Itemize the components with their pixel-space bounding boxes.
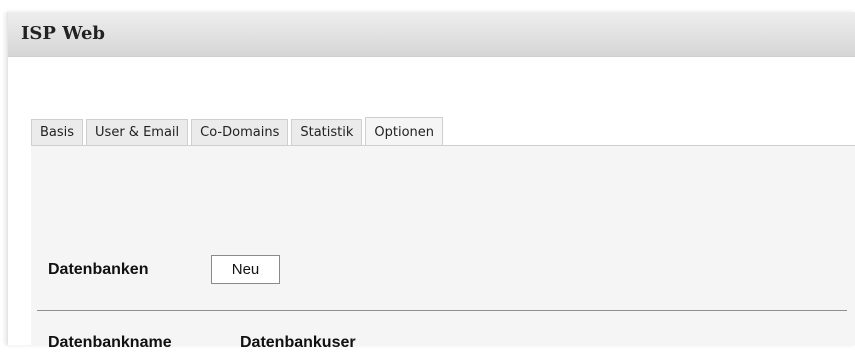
tab-bar: Basis User & Email Co-Domains Statistik … xyxy=(31,116,446,147)
section-divider xyxy=(37,310,847,311)
tab-panel-optionen: Datenbanken Neu Datenbankname Datenbanku… xyxy=(31,145,855,351)
new-database-button[interactable]: Neu xyxy=(211,255,280,284)
tab-co-domains[interactable]: Co-Domains xyxy=(191,119,289,145)
app-window: ISP Web Basis User & Email Co-Domains St… xyxy=(7,12,855,351)
databases-section-label: Datenbanken xyxy=(48,261,149,278)
tab-optionen[interactable]: Optionen xyxy=(365,117,444,147)
tab-basis[interactable]: Basis xyxy=(31,119,84,145)
column-header-database-user: Datenbankuser xyxy=(240,334,356,351)
tab-statistik[interactable]: Statistik xyxy=(291,119,363,145)
title-bar: ISP Web xyxy=(8,12,855,57)
window-title: ISP Web xyxy=(21,23,106,44)
column-header-database-name: Datenbankname xyxy=(48,334,172,351)
tab-user-email[interactable]: User & Email xyxy=(86,119,189,145)
